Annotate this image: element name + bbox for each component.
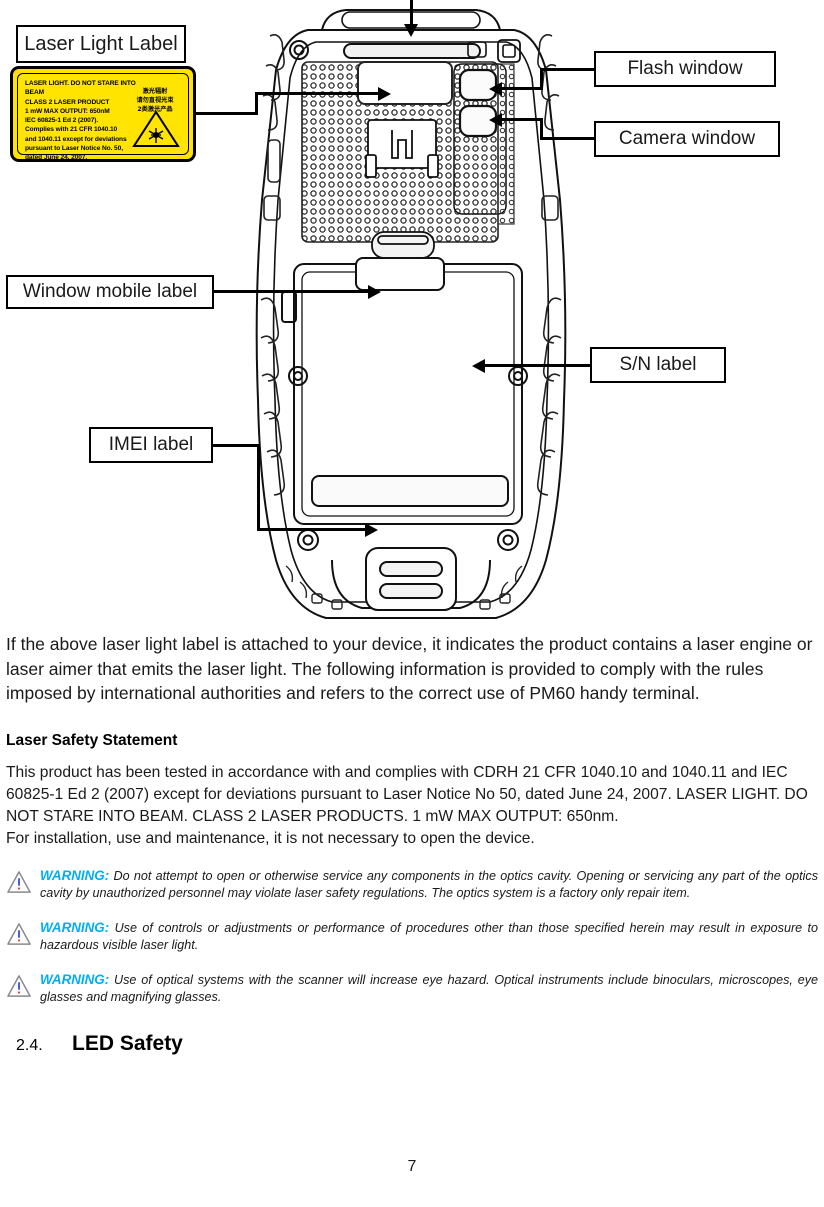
- callout-sn-text: S/N label: [619, 354, 697, 375]
- arrow-camera: [489, 113, 502, 127]
- connector-camera-v: [540, 118, 543, 140]
- connector-sn-h: [484, 364, 592, 367]
- callout-laser-light-label: Laser Light Label: [16, 25, 186, 63]
- callout-flash-text: Flash window: [627, 58, 743, 79]
- callout-winmob-text: Window mobile label: [22, 281, 198, 302]
- warning-text-3: WARNING: Use of optical systems with the…: [40, 971, 818, 1006]
- connector-flash-h2: [501, 87, 543, 90]
- connector-imei-v: [257, 444, 260, 531]
- laser-label-cn-line: 激光辐射: [142, 88, 168, 95]
- warning-block-3: WARNING: Use of optical systems with the…: [6, 971, 818, 1006]
- connector-flash-h1: [540, 68, 596, 71]
- laser-label-line: dated June 24, 2007.: [25, 154, 88, 162]
- warning-triangle-icon: [6, 919, 40, 951]
- connector-laser-v: [255, 92, 258, 115]
- arrow-laser: [378, 87, 391, 101]
- connector-camera-h2: [501, 118, 543, 121]
- callout-imei-label: IMEI label: [89, 427, 213, 463]
- section-number: 2.4.: [16, 1036, 43, 1054]
- warning-label-3: WARNING:: [40, 971, 110, 987]
- connector-imei-h1: [213, 444, 260, 447]
- warning-block-2: WARNING: Use of controls or adjustments …: [6, 919, 818, 954]
- laser-hazard-triangle-icon: [132, 110, 180, 147]
- document-page: LASER LIGHT. DO NOT STARE INTO BEAM CLASS…: [0, 0, 824, 1207]
- warning-body-1: Do not attempt to open or otherwise serv…: [40, 868, 818, 900]
- arrow-winmob: [368, 285, 381, 299]
- warning-body-3: Use of optical systems with the scanner …: [40, 972, 818, 1004]
- callout-flash-window: Flash window: [594, 51, 776, 87]
- connector-camera-h1: [540, 137, 596, 140]
- arrow-flash: [489, 82, 502, 96]
- device-figure: LASER LIGHT. DO NOT STARE INTO BEAM CLASS…: [0, 0, 824, 632]
- warning-text-2: WARNING: Use of controls or adjustments …: [40, 919, 818, 954]
- laser-safety-paragraph: This product has been tested in accordan…: [6, 763, 808, 825]
- intro-paragraph: If the above laser light label is attach…: [6, 634, 813, 703]
- callout-camera-text: Camera window: [618, 128, 756, 149]
- warning-body-2: Use of controls or adjustments or perfor…: [40, 920, 819, 952]
- warning-text-1: WARNING: Do not attempt to open or other…: [40, 867, 818, 902]
- arrow-top: [404, 24, 418, 37]
- warning-block-1: WARNING: Do not attempt to open or other…: [6, 867, 818, 902]
- laser-light-warning-label: LASER LIGHT. DO NOT STARE INTO BEAM CLASS…: [10, 66, 196, 162]
- section-title: LED Safety: [72, 1031, 183, 1055]
- document-body: If the above laser light label is attach…: [0, 632, 824, 1056]
- warning-label-2: WARNING:: [40, 919, 110, 935]
- callout-laser-text: Laser Light Label: [24, 32, 178, 55]
- laser-safety-paragraph-2: For installation, use and maintenance, i…: [6, 829, 535, 847]
- laser-safety-heading: Laser Safety Statement: [6, 731, 178, 749]
- callout-window-mobile-label: Window mobile label: [6, 275, 214, 309]
- connector-laser-h1: [196, 112, 258, 115]
- warning-triangle-icon: [6, 867, 40, 899]
- connector-flash-v: [540, 68, 543, 89]
- callout-camera-window: Camera window: [594, 121, 780, 157]
- laser-label-cn-line: 请勿直视光束: [136, 97, 174, 104]
- page-number: 7: [407, 1158, 417, 1175]
- warning-label-1: WARNING:: [40, 867, 110, 883]
- connector-winmob-h: [214, 290, 370, 293]
- callout-sn-label: S/N label: [590, 347, 726, 383]
- connector-imei-h2: [257, 528, 367, 531]
- connector-laser-h2: [255, 92, 380, 95]
- callout-imei-text: IMEI label: [108, 434, 194, 455]
- arrow-sn: [472, 359, 485, 373]
- section-heading-led-safety: 2.4. LED Safety: [16, 1032, 818, 1056]
- warning-triangle-icon: [6, 971, 40, 1003]
- arrow-imei: [365, 523, 378, 537]
